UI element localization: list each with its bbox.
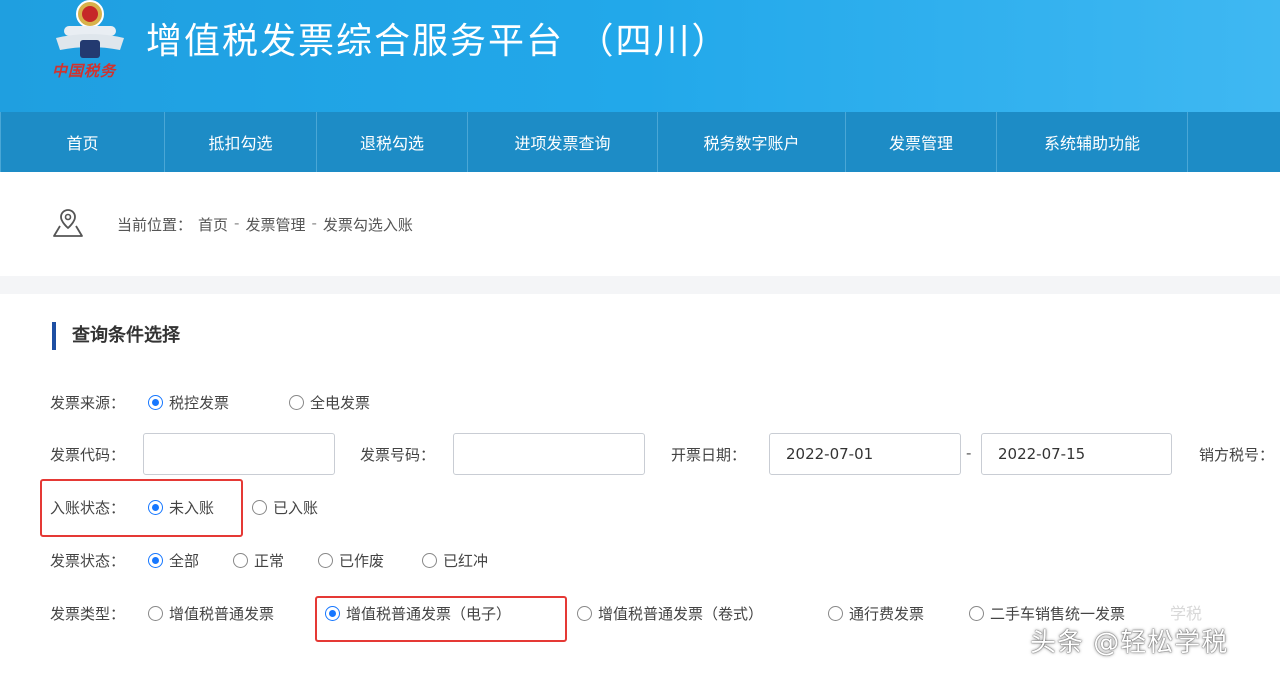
radio-unselected-icon [289,395,304,410]
radio-label: 二手车销售统一发票 [990,605,1126,623]
radio-label: 增值税普通发票（电子） [346,605,512,623]
breadcrumb: 当前位置： 首页 - 发票管理 - 发票勾选入账 [117,214,413,235]
site-title: 增值税发票综合服务平台 （四川） [146,21,730,62]
radio-label: 税控发票 [169,394,230,412]
radio-label: 已作废 [339,552,385,570]
radio-selected-icon [148,553,163,568]
radio-label: 正常 [254,552,285,570]
issue-date-end-input[interactable]: 2022-07-15 [981,433,1172,475]
breadcrumb-separator: - [311,214,317,232]
source-radio-tax-control[interactable]: 税控发票 [148,392,229,413]
radio-unselected-icon [148,606,163,621]
status-radio-all[interactable]: 全部 [148,550,199,571]
status-radio-voided[interactable]: 已作废 [318,550,384,571]
watermark: 头条 @轻松学税 [1030,628,1229,658]
type-radio-ordinary-electronic[interactable]: 增值税普通发票（电子） [325,603,511,624]
status-radio-normal[interactable]: 正常 [233,550,284,571]
invoice-type-label: 发票类型： [50,605,126,623]
posting-radio-not-posted[interactable]: 未入账 [148,497,214,518]
breadcrumb-invoice-management[interactable]: 发票管理 [245,214,305,235]
radio-label: 增值税普通发票（卷式） [598,605,764,623]
issue-date-label: 开票日期： [671,446,747,464]
radio-unselected-icon [233,553,248,568]
national-emblem-icon [56,0,124,58]
nav-system-auxiliary[interactable]: 系统辅助功能 [997,112,1188,172]
nav-tax-digital-account[interactable]: 税务数字账户 [658,112,846,172]
radio-label: 已红冲 [443,552,489,570]
watermark-faint: 学税 [1170,604,1203,623]
radio-label: 全电发票 [310,394,371,412]
invoice-number-input[interactable] [453,433,645,475]
section-title: 查询条件选择 [52,322,180,350]
radio-unselected-icon [422,553,437,568]
status-radio-red-reversed[interactable]: 已红冲 [422,550,488,571]
source-label: 发票来源： [50,394,126,412]
nav-refund-selection[interactable]: 退税勾选 [317,112,468,172]
type-radio-ordinary[interactable]: 增值税普通发票 [148,603,274,624]
radio-selected-icon [148,500,163,515]
radio-label: 通行费发票 [849,605,925,623]
radio-selected-icon [148,395,163,410]
seller-tax-id-label: 销方税号： [1199,446,1275,464]
issue-date-start-input[interactable]: 2022-07-01 [769,433,961,475]
posting-radio-posted[interactable]: 已入账 [252,497,318,518]
invoice-code-input[interactable] [143,433,335,475]
radio-label: 已入账 [273,499,319,517]
source-radio-full-electronic[interactable]: 全电发票 [289,392,370,413]
nav-home[interactable]: 首页 [0,112,165,172]
radio-unselected-icon [577,606,592,621]
radio-label: 未入账 [169,499,215,517]
date-range-separator: - [966,444,972,462]
radio-selected-icon [325,606,340,621]
location-pin-icon [53,209,83,237]
breadcrumb-separator: - [234,214,240,232]
breadcrumb-home[interactable]: 首页 [198,214,228,235]
radio-label: 增值税普通发票 [169,605,275,623]
breadcrumb-prefix: 当前位置： [117,216,193,234]
type-radio-toll[interactable]: 通行费发票 [828,603,924,624]
invoice-number-label: 发票号码： [360,446,436,464]
radio-unselected-icon [252,500,267,515]
tax-bureau-logo-text: 中国税务 [52,62,117,80]
nav-input-invoice-query[interactable]: 进项发票查询 [468,112,658,172]
invoice-status-label: 发票状态： [50,552,126,570]
posting-status-label: 入账状态： [50,499,126,517]
nav-deduction-selection[interactable]: 抵扣勾选 [165,112,317,172]
header-banner: 中国税务 增值税发票综合服务平台 （四川） [0,0,1280,112]
type-radio-used-car[interactable]: 二手车销售统一发票 [969,603,1125,624]
type-radio-ordinary-roll[interactable]: 增值税普通发票（卷式） [577,603,763,624]
radio-unselected-icon [318,553,333,568]
radio-unselected-icon [969,606,984,621]
invoice-code-label: 发票代码： [50,446,126,464]
nav-invoice-management[interactable]: 发票管理 [846,112,997,172]
radio-label: 全部 [169,552,200,570]
breadcrumb-current: 发票勾选入账 [322,216,413,234]
radio-unselected-icon [828,606,843,621]
main-nav: 首页 抵扣勾选 退税勾选 进项发票查询 税务数字账户 发票管理 系统辅助功能 [0,112,1280,172]
